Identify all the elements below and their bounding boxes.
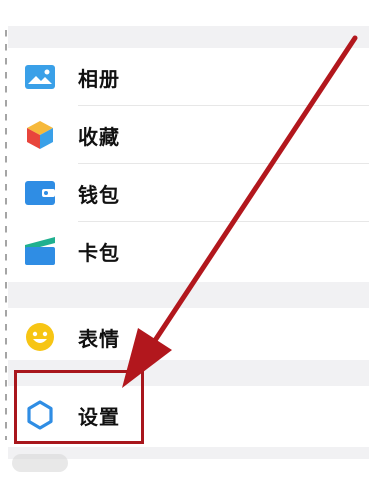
- card-package-icon: [20, 231, 60, 271]
- settings-highlight-box: [14, 370, 144, 444]
- section-gap: [8, 26, 369, 48]
- menu-item-album[interactable]: 相册: [8, 48, 369, 106]
- menu-item-label: 卡包: [78, 240, 120, 265]
- menu-item-label: 相册: [78, 66, 120, 91]
- section-gap: [8, 282, 369, 308]
- favorites-cube-icon: [20, 115, 60, 155]
- menu-group-emoji: 表情: [8, 308, 369, 366]
- menu-item-cards[interactable]: 卡包: [8, 222, 369, 280]
- menu-item-label: 钱包: [78, 182, 120, 207]
- menu-item-stickers[interactable]: 表情: [8, 308, 369, 366]
- photo-album-icon: [20, 57, 60, 97]
- smiley-icon: [20, 317, 60, 357]
- wallet-icon: [20, 173, 60, 213]
- scroll-indicator: [12, 454, 68, 472]
- menu-item-label: 表情: [78, 326, 120, 351]
- left-edge-indicator: [5, 30, 7, 440]
- page: 相册 收藏 钱包 卡包 表情 设置: [0, 0, 377, 492]
- menu-item-wallet[interactable]: 钱包: [8, 164, 369, 222]
- menu-item-favorites[interactable]: 收藏: [8, 106, 369, 164]
- menu-item-label: 收藏: [78, 124, 120, 149]
- menu-group-primary: 相册 收藏 钱包 卡包: [8, 48, 369, 280]
